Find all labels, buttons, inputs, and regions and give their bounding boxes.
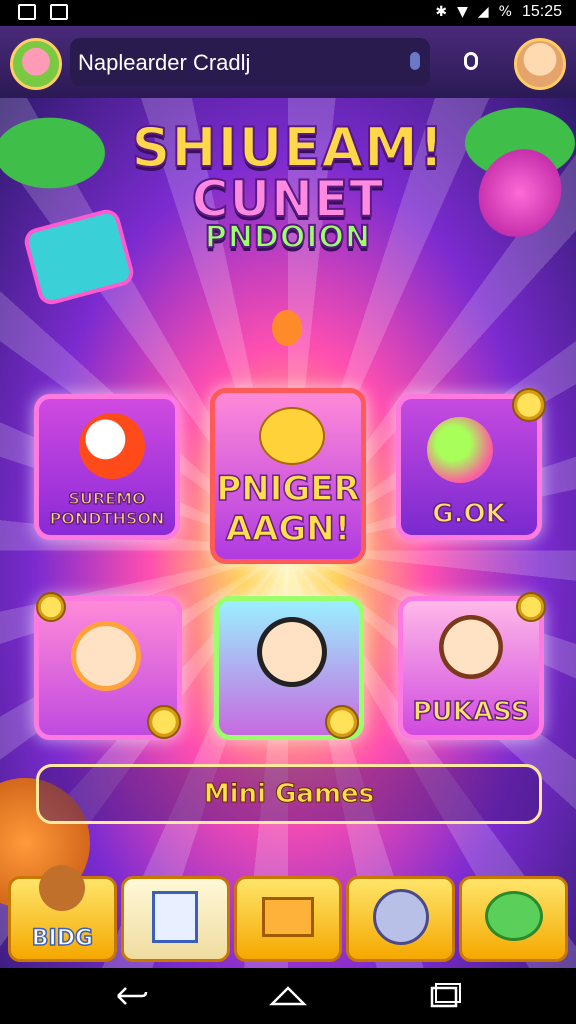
back-icon[interactable] — [112, 982, 152, 1010]
recents-icon[interactable] — [424, 982, 464, 1010]
player-name-bar[interactable]: Naplearder Cradlj — [70, 38, 430, 86]
signal-icon: ◢ — [477, 4, 489, 20]
tab-chest[interactable] — [233, 876, 343, 962]
coin-badge-icon — [325, 705, 359, 739]
mini-games-button[interactable]: Mini Games — [36, 764, 542, 824]
bluetooth-icon: ✱ — [435, 4, 448, 20]
player-avatar[interactable] — [10, 38, 62, 90]
bottom-tab-bar: BIDG — [8, 865, 568, 962]
card-label-gok: G.OK — [432, 498, 507, 530]
frog-icon — [484, 891, 543, 941]
main-game-area: SHIUEAM! CUNET PNDOION SUREMO PONDTHSON … — [0, 98, 576, 968]
mom-character — [439, 615, 503, 679]
floating-candy-icon — [272, 310, 302, 346]
mic-icon[interactable] — [410, 52, 420, 70]
featured-title-line2: AAGN! — [225, 508, 351, 550]
featured-title-line1: PNIGER — [216, 468, 361, 510]
clipboard-icon — [152, 891, 199, 943]
tab-ghost[interactable] — [346, 876, 456, 962]
coin-badge-icon — [147, 705, 181, 739]
android-nav-bar — [0, 968, 576, 1024]
wifi-icon: ▼ — [457, 4, 468, 20]
girl-character — [71, 621, 141, 691]
card-label-line1: SUREMO — [68, 488, 147, 509]
status-bar: ✱ ▼ ◢ % 15:25 — [0, 0, 576, 26]
game-card-boy[interactable] — [214, 596, 364, 740]
bear-icon — [39, 865, 86, 911]
tab-frog[interactable] — [459, 876, 568, 962]
ghost-icon — [372, 889, 429, 945]
badge-icon — [36, 592, 66, 622]
tab-bidg-label: BIDG — [31, 925, 94, 952]
link-icon[interactable] — [464, 52, 478, 70]
clock: 15:25 — [521, 3, 562, 20]
badge-icon — [516, 592, 546, 622]
card-label-line2: PONDTHSON — [49, 508, 165, 529]
friend-avatar[interactable] — [514, 38, 566, 90]
game-title-line3: PNDOION — [204, 219, 372, 256]
top-header: Naplearder Cradlj — [0, 26, 576, 98]
boy-character — [257, 617, 327, 687]
game-card-featured[interactable]: PNIGER AAGN! — [210, 388, 366, 564]
player-username: Naplearder Cradlj — [78, 50, 251, 75]
tab-bidg[interactable]: BIDG — [8, 865, 117, 962]
battery-icon: % — [498, 4, 512, 20]
card-label-pukass: PUKASS — [412, 696, 530, 728]
game-card-ball[interactable]: SUREMO PONDTHSON — [34, 394, 180, 540]
coin-icon — [512, 388, 546, 422]
gallery-notification-icon — [18, 4, 36, 20]
bear-face-icon — [259, 407, 325, 465]
chart-notification-icon — [50, 4, 68, 20]
ball-icon — [79, 413, 145, 479]
chest-icon — [261, 897, 314, 937]
home-icon[interactable] — [268, 982, 308, 1010]
tab-clipboard[interactable] — [120, 876, 230, 962]
orb-icon — [427, 417, 493, 483]
